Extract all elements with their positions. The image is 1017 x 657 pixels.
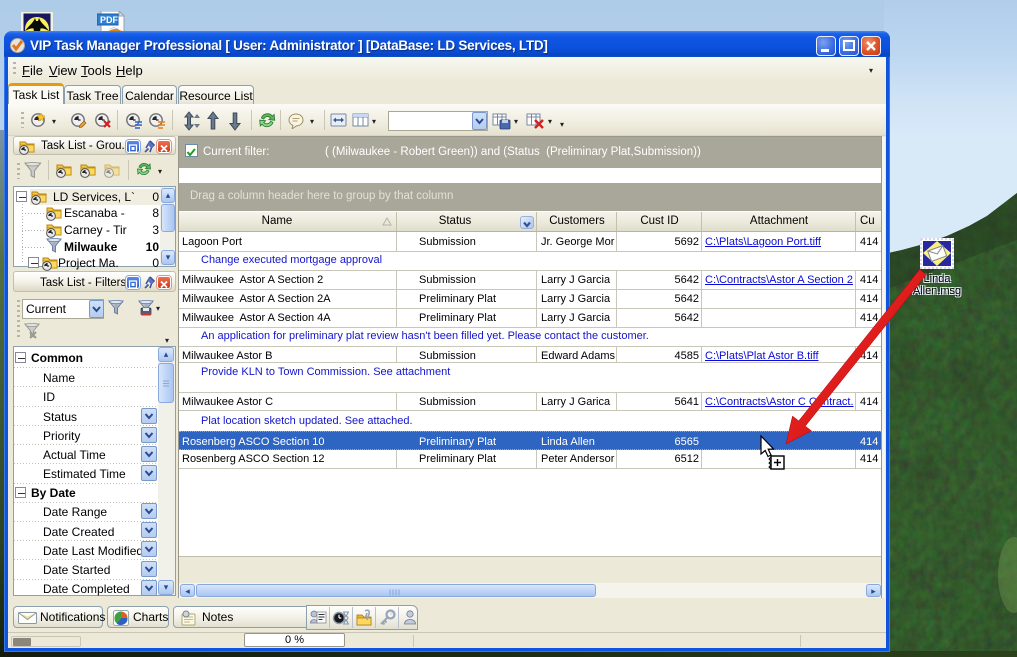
svg-text:PDF: PDF bbox=[100, 15, 119, 25]
